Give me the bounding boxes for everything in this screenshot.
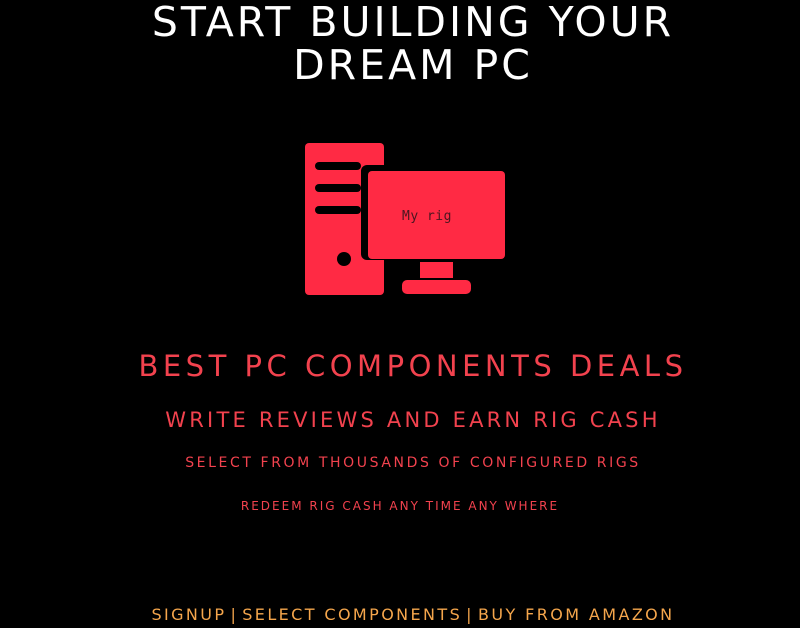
deals-heading: BEST PC COMPONENTS DEALS [138,349,688,383]
nav-separator: | [230,605,239,624]
nav-separator: | [466,605,474,624]
monitor-label: My rig [402,209,452,224]
hero-headline-line1: START BUILDING YOUR [151,0,675,46]
select-components-link[interactable]: SELECT COMPONENTS [242,605,462,624]
signup-link[interactable]: SIGNUP [151,605,226,624]
hero-headline: START BUILDING YOUR DREAM PC [0,1,800,87]
hero-headline-line2: DREAM PC [293,41,533,89]
footer-nav: SIGNUP | SELECT COMPONENTS | BUY FROM AMAZON [0,605,800,624]
redeem-tagline: REDEEM RIG CASH ANY TIME ANY WHERE [240,499,560,513]
select-rigs-tagline: SELECT FROM THOUSANDS OF CONFIGURED RIGS [185,455,641,471]
reviews-tagline: WRITE REVIEWS AND EARN RIG CASH [165,408,661,432]
buy-from-amazon-link[interactable]: BUY FROM AMAZON [478,605,675,624]
